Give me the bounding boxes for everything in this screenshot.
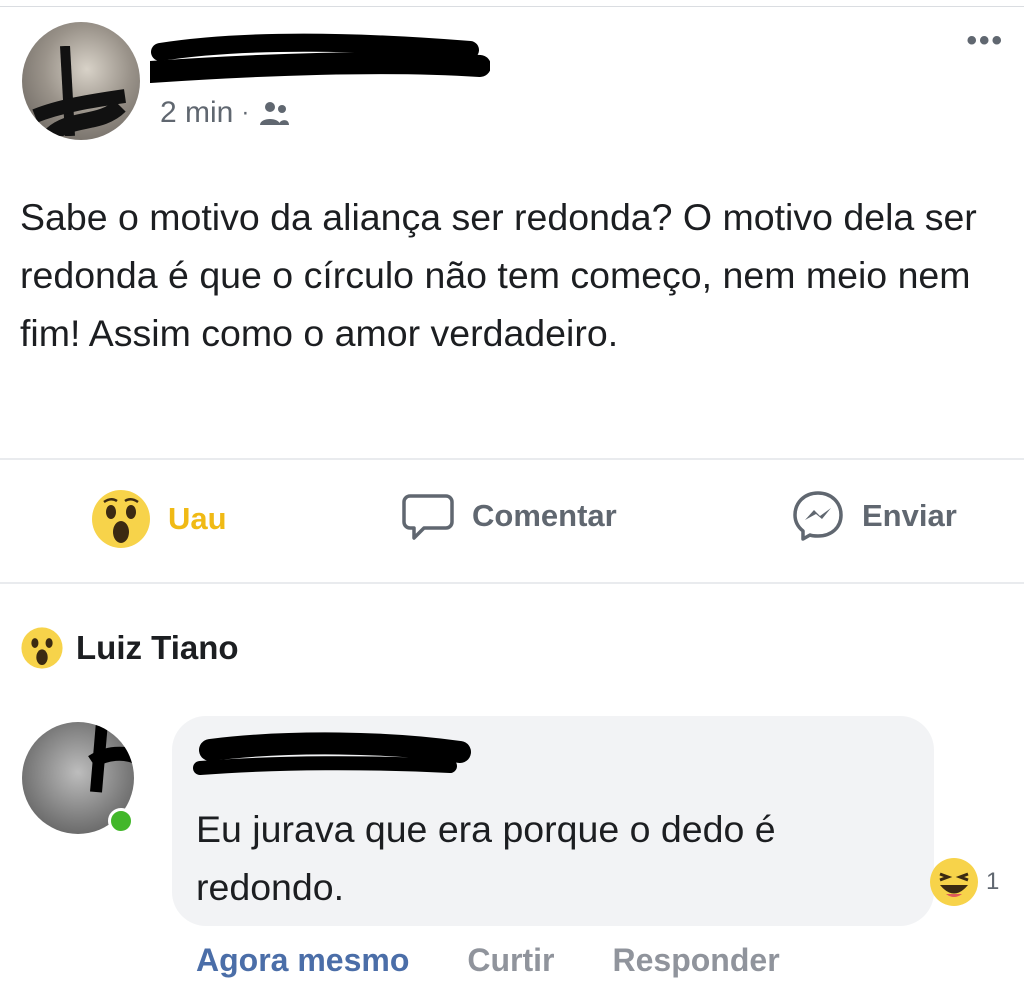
top-divider bbox=[0, 6, 1024, 7]
reaction-button[interactable]: Uau bbox=[90, 488, 227, 550]
post-meta: 2 min · bbox=[160, 96, 291, 130]
redaction-scribble bbox=[88, 722, 134, 793]
post-timestamp[interactable]: 2 min bbox=[160, 96, 233, 130]
post-divider bbox=[0, 458, 1024, 460]
post-text: Sabe o motivo da aliança ser redonda? O … bbox=[20, 196, 977, 354]
friends-icon bbox=[260, 102, 290, 125]
online-status-indicator bbox=[108, 808, 134, 834]
haha-emoji-icon bbox=[930, 858, 978, 906]
more-options-button[interactable]: ••• bbox=[966, 26, 1004, 56]
meta-separator: · bbox=[241, 99, 250, 126]
post-author-avatar[interactable] bbox=[22, 22, 140, 140]
commenter-name-redaction bbox=[193, 732, 471, 775]
comment-timestamp[interactable]: Agora mesmo bbox=[196, 942, 409, 979]
reactor-name: Luiz Tiano bbox=[76, 629, 239, 666]
messenger-icon bbox=[793, 491, 843, 541]
reaction-summary[interactable]: Luiz Tiano bbox=[20, 626, 239, 670]
reaction-label: Uau bbox=[168, 501, 227, 536]
comment-bubble-icon bbox=[402, 494, 454, 540]
reply-button[interactable]: Responder bbox=[613, 942, 780, 979]
comment-actions: Agora mesmo Curtir Responder bbox=[196, 942, 780, 979]
send-button[interactable]: Enviar bbox=[790, 488, 957, 544]
comment-text: Eu jurava que era porque o dedo é redond… bbox=[196, 808, 776, 908]
redaction-scribble bbox=[32, 46, 126, 136]
send-label: Enviar bbox=[862, 498, 957, 533]
comment-label: Comentar bbox=[472, 498, 617, 533]
comment-reaction-count: 1 bbox=[986, 868, 1000, 895]
wow-emoji-icon bbox=[21, 627, 63, 669]
comment-reaction-badge[interactable]: 1 bbox=[928, 856, 999, 908]
wow-emoji-icon bbox=[92, 490, 150, 548]
author-name-redaction bbox=[150, 33, 490, 83]
like-button[interactable]: Curtir bbox=[467, 942, 554, 979]
actions-divider bbox=[0, 582, 1024, 584]
comment-button[interactable]: Comentar bbox=[400, 488, 617, 544]
